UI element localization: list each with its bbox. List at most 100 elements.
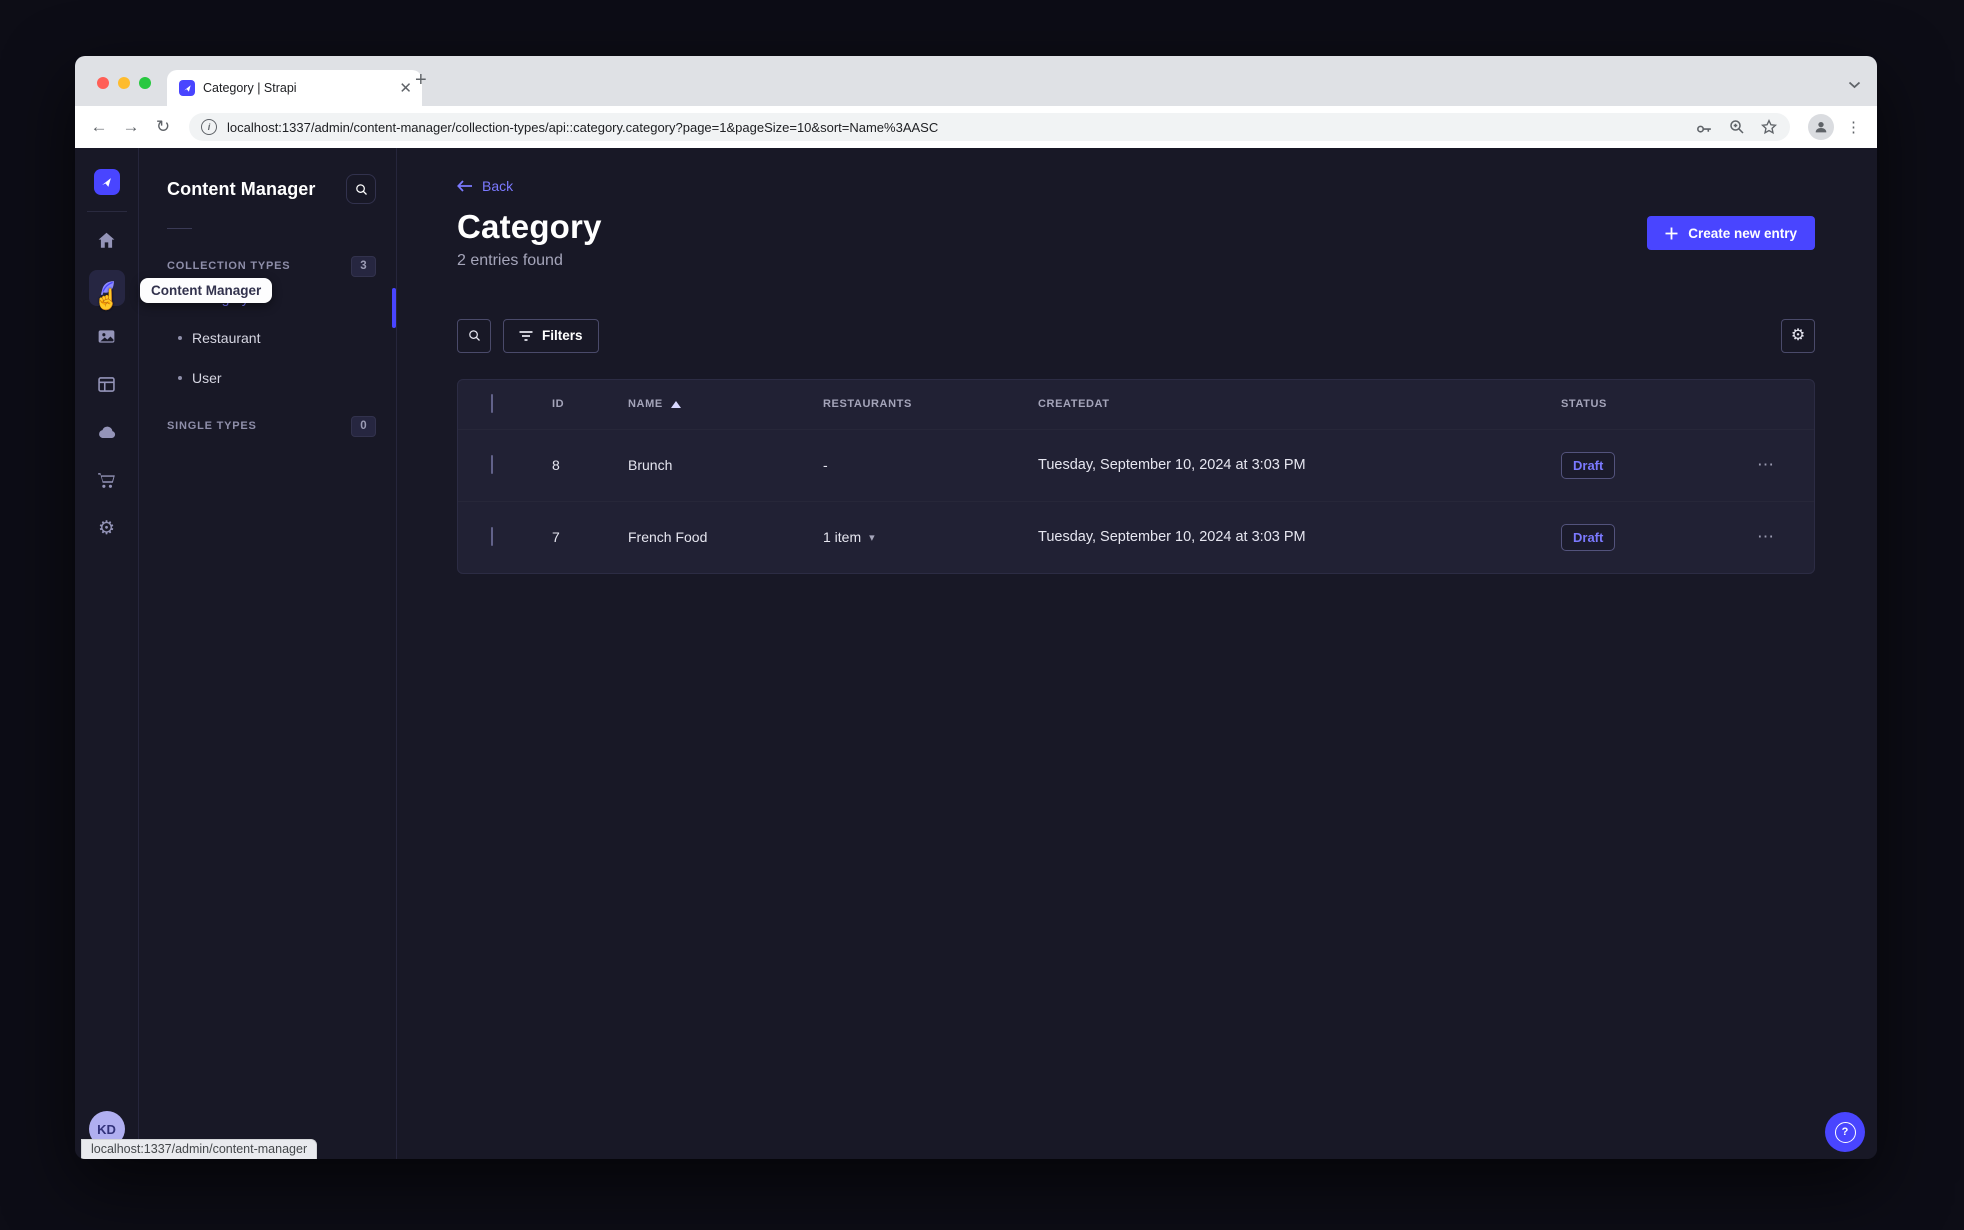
subnav-item-user[interactable]: User — [139, 358, 396, 398]
strapi-app: ⚙ KD Content Manager COLLECTION TYPES 3 … — [75, 148, 1877, 1159]
column-header-name[interactable]: NAME — [628, 398, 823, 410]
nav-tooltip: Content Manager — [140, 278, 273, 303]
tab-strip-chevron-icon[interactable] — [1848, 76, 1861, 94]
content-type-builder-icon — [98, 376, 115, 392]
cell-createdat: Tuesday, September 10, 2024 at 3:03 PM — [1038, 529, 1306, 546]
view-settings-button[interactable]: ⚙ — [1781, 318, 1815, 353]
strapi-favicon-icon — [179, 80, 195, 96]
help-icon: ? — [1834, 1121, 1856, 1143]
filters-button[interactable]: Filters — [503, 318, 599, 353]
search-icon — [355, 183, 367, 195]
url-text[interactable]: localhost:1337/admin/content-manager/col… — [227, 120, 1685, 135]
search-icon — [468, 330, 480, 342]
marketplace-cart-icon — [98, 472, 115, 488]
site-info-icon[interactable]: i — [201, 119, 217, 135]
row-actions-icon[interactable]: ⋯ — [1718, 527, 1814, 547]
row-checkbox[interactable] — [491, 527, 493, 547]
browser-tab[interactable]: Category | Strapi ✕ — [167, 70, 422, 106]
subnav-search-button[interactable] — [346, 174, 376, 204]
bookmark-star-icon[interactable] — [1760, 118, 1778, 136]
cloud-icon — [98, 426, 115, 438]
cell-restaurants[interactable]: 1 item ▾ — [823, 529, 1038, 545]
settings-gear-icon: ⚙ — [97, 517, 116, 539]
table-row[interactable]: 7 French Food 1 item ▾ Tuesday, Septembe… — [458, 500, 1814, 573]
nav-marketplace-button[interactable] — [89, 462, 125, 498]
link-preview-status-bar: localhost:1337/admin/content-manager — [81, 1139, 318, 1159]
table-row[interactable]: 8 Brunch - Tuesday, September 10, 2024 a… — [458, 428, 1814, 501]
plus-icon — [1665, 227, 1678, 239]
active-item-indicator — [392, 288, 396, 328]
subnav-item-label: User — [192, 370, 222, 386]
nav-content-type-builder-button[interactable] — [89, 366, 125, 402]
cell-createdat: Tuesday, September 10, 2024 at 3:03 PM — [1038, 457, 1306, 474]
cell-restaurants: - — [823, 457, 828, 474]
omnibox-icons — [1695, 118, 1778, 137]
cell-name: Brunch — [628, 457, 673, 474]
strapi-logo[interactable] — [93, 169, 120, 195]
home-icon — [98, 232, 115, 248]
rail-divider — [86, 211, 127, 212]
minimize-window-button[interactable] — [118, 77, 130, 89]
zoom-icon[interactable] — [1728, 118, 1746, 136]
profile-icon[interactable] — [1808, 114, 1834, 140]
create-new-entry-button[interactable]: Create new entry — [1647, 216, 1815, 250]
help-button[interactable]: ? — [1825, 1112, 1865, 1152]
password-key-icon[interactable] — [1695, 118, 1714, 137]
single-types-label: SINGLE TYPES — [167, 420, 257, 432]
back-link[interactable]: Back — [457, 178, 513, 194]
subnav-divider — [167, 228, 192, 229]
subnav-item-label: Restaurant — [192, 330, 261, 346]
back-arrow-icon — [457, 180, 472, 192]
subnav-title: Content Manager — [167, 178, 316, 199]
single-types-count: 0 — [351, 415, 376, 437]
nav-settings-button[interactable]: ⚙ — [89, 510, 125, 546]
list-search-button[interactable] — [457, 318, 491, 353]
browser-reload-icon[interactable]: ↻ — [149, 113, 177, 141]
browser-forward-icon[interactable]: → — [117, 113, 145, 141]
browser-toolbar: ← → ↻ i localhost:1337/admin/content-man… — [75, 106, 1877, 148]
browser-window: Category | Strapi ✕ + ← → ↻ i localhost:… — [75, 56, 1877, 1159]
select-all-checkbox[interactable] — [491, 394, 493, 414]
cell-id: 8 — [552, 457, 560, 474]
list-actions-row: Filters ⚙ — [457, 318, 1815, 353]
cell-id: 7 — [552, 529, 560, 546]
column-header-id[interactable]: ID — [552, 398, 628, 410]
subnav-item-restaurant[interactable]: Restaurant — [139, 318, 396, 358]
bullet-icon — [178, 376, 182, 380]
column-header-createdat[interactable]: CREATEDAT — [1038, 398, 1561, 410]
cell-name: French Food — [628, 529, 708, 546]
sort-asc-icon — [670, 400, 681, 408]
entries-count: 2 entries found — [457, 251, 563, 269]
row-actions-icon[interactable]: ⋯ — [1718, 455, 1814, 475]
toolbar-right: ⋮ — [1802, 114, 1867, 140]
collection-types-count: 3 — [351, 255, 376, 277]
bullet-icon — [178, 336, 182, 340]
status-badge: Draft — [1561, 523, 1616, 551]
zoom-window-button[interactable] — [139, 77, 151, 89]
url-bar[interactable]: i localhost:1337/admin/content-manager/c… — [189, 113, 1790, 141]
hand-cursor-icon: ☝ — [94, 289, 119, 311]
column-header-status[interactable]: STATUS — [1561, 398, 1718, 410]
browser-back-icon[interactable]: ← — [85, 113, 113, 141]
settings-gear-icon: ⚙ — [1790, 326, 1806, 344]
avatar-initials: KD — [97, 1121, 116, 1137]
tab-close-icon[interactable]: ✕ — [399, 81, 412, 96]
media-library-icon — [98, 329, 115, 343]
page-title: Category — [457, 208, 602, 245]
column-header-restaurants[interactable]: RESTAURANTS — [823, 398, 1038, 410]
close-window-button[interactable] — [97, 77, 109, 89]
nav-deploy-button[interactable] — [89, 414, 125, 450]
filter-icon — [519, 330, 533, 341]
table-header-row: ID NAME RESTAURANTS CREATEDAT STATUS — [458, 380, 1814, 429]
main-content: Back Category 2 entries found Create new… — [397, 148, 1877, 1159]
traffic-lights — [97, 77, 151, 89]
new-tab-button[interactable]: + — [415, 70, 427, 90]
browser-menu-icon[interactable]: ⋮ — [1846, 118, 1861, 136]
nav-media-library-button[interactable] — [89, 318, 125, 354]
status-badge: Draft — [1561, 451, 1616, 479]
collection-types-label: COLLECTION TYPES — [167, 260, 291, 272]
row-checkbox[interactable] — [491, 455, 493, 475]
entries-table: ID NAME RESTAURANTS CREATEDAT STATUS 8 B… — [457, 378, 1815, 574]
tab-strip: Category | Strapi ✕ + — [75, 56, 1877, 106]
nav-home-button[interactable] — [89, 222, 125, 258]
